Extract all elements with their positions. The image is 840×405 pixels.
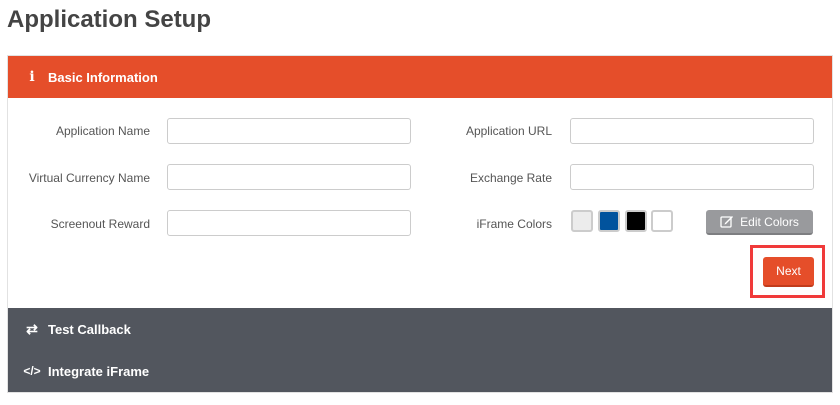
exchange-arrows-icon: ⇄ [26,320,38,337]
label-screenout-reward: Screenout Reward [50,217,150,231]
edit-colors-button[interactable]: Edit Colors [706,210,813,235]
application-url-input[interactable] [570,118,814,144]
edit-colors-label: Edit Colors [740,214,799,229]
section-integrate-iframe[interactable]: </> Integrate iFrame [8,350,832,392]
color-swatch-secondary[interactable] [651,210,673,232]
section-title: Integrate iFrame [48,363,150,379]
page-title: Application Setup [7,6,211,33]
next-button[interactable]: Next [763,257,814,287]
label-iframe-colors: iFrame Colors [476,217,552,231]
exchange-rate-input[interactable] [570,164,814,190]
color-swatch-primary[interactable] [598,210,620,232]
label-exchange-rate: Exchange Rate [469,171,552,185]
section-test-callback[interactable]: ⇄ Test Callback [8,308,832,351]
label-application-url: Application URL [465,124,552,138]
color-swatch-text[interactable] [625,210,647,232]
label-application-name: Application Name [55,124,150,138]
section-title: Basic Information [48,69,158,85]
code-icon: </> [23,364,41,378]
section-title: Test Callback [48,321,131,337]
label-virtual-currency-name: Virtual Currency Name [28,171,150,185]
edit-icon [720,216,734,228]
info-icon: i [29,69,35,85]
section-basic-information[interactable]: i Basic Information [8,56,832,98]
setup-panel: i Basic Information Application Name Vir… [7,55,833,393]
color-swatch-background[interactable] [571,210,593,232]
